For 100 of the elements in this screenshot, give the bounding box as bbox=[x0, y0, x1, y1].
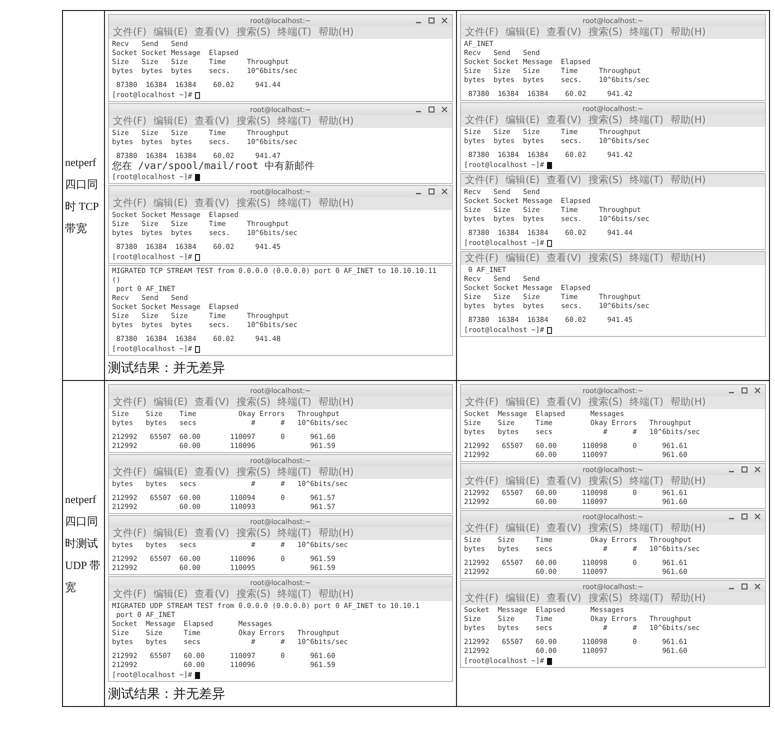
menu-item[interactable]: 搜索(S) bbox=[588, 522, 622, 535]
menu-item[interactable]: 搜索(S) bbox=[236, 588, 270, 601]
menu-item[interactable]: 终端(T) bbox=[630, 475, 664, 488]
menu-item[interactable]: 文件(F) bbox=[465, 396, 499, 409]
menu-item[interactable]: 文件(F) bbox=[465, 114, 499, 127]
menu-item[interactable]: 终端(T) bbox=[278, 26, 312, 39]
close-icon[interactable] bbox=[754, 387, 761, 394]
menu-item[interactable]: 文件(F) bbox=[465, 592, 499, 605]
menu-item[interactable]: 搜索(S) bbox=[236, 527, 270, 540]
menu-item[interactable]: 搜索(S) bbox=[588, 174, 622, 187]
close-icon[interactable] bbox=[754, 513, 761, 520]
menu-item[interactable]: 帮助(H) bbox=[318, 466, 354, 479]
menu-item[interactable]: 文件(F) bbox=[465, 522, 499, 535]
menu-item[interactable]: 查看(V) bbox=[546, 522, 582, 535]
menu-item[interactable]: 终端(T) bbox=[278, 396, 312, 409]
menu-item[interactable]: 查看(V) bbox=[546, 252, 582, 265]
menu-item[interactable]: 编辑(E) bbox=[506, 396, 540, 409]
menu-item[interactable]: 查看(V) bbox=[194, 197, 230, 210]
menu-item[interactable]: 终端(T) bbox=[278, 588, 312, 601]
menu-item[interactable]: 文件(F) bbox=[465, 475, 499, 488]
menu-item[interactable]: 帮助(H) bbox=[670, 592, 706, 605]
menu-item[interactable]: 查看(V) bbox=[194, 588, 230, 601]
menu-item[interactable]: 终端(T) bbox=[278, 466, 312, 479]
menu-item[interactable]: 终端(T) bbox=[630, 396, 664, 409]
menu-item[interactable]: 搜索(S) bbox=[588, 26, 622, 39]
menu-item[interactable]: 编辑(E) bbox=[154, 26, 188, 39]
menu-item[interactable]: 编辑(E) bbox=[506, 592, 540, 605]
close-icon[interactable] bbox=[441, 106, 448, 113]
menu-item[interactable]: 终端(T) bbox=[278, 197, 312, 210]
menu-item[interactable]: 编辑(E) bbox=[506, 26, 540, 39]
menu-item[interactable]: 终端(T) bbox=[630, 114, 664, 127]
menu-item[interactable]: 编辑(E) bbox=[506, 252, 540, 265]
menu-item[interactable]: 搜索(S) bbox=[588, 252, 622, 265]
menu-item[interactable]: 编辑(E) bbox=[506, 114, 540, 127]
menu-item[interactable]: 搜索(S) bbox=[236, 197, 270, 210]
menu-item[interactable]: 终端(T) bbox=[630, 522, 664, 535]
close-icon[interactable] bbox=[441, 17, 448, 24]
maximize-icon[interactable] bbox=[741, 583, 748, 590]
menu-item[interactable]: 帮助(H) bbox=[670, 114, 706, 127]
menu-item[interactable]: 帮助(H) bbox=[318, 115, 354, 128]
maximize-icon[interactable] bbox=[741, 513, 748, 520]
maximize-icon[interactable] bbox=[741, 387, 748, 394]
menu-item[interactable]: 编辑(E) bbox=[506, 174, 540, 187]
menu-item[interactable]: 编辑(E) bbox=[154, 115, 188, 128]
menu-item[interactable]: 帮助(H) bbox=[670, 26, 706, 39]
maximize-icon[interactable] bbox=[428, 17, 435, 24]
menu-item[interactable]: 编辑(E) bbox=[506, 475, 540, 488]
menu-item[interactable]: 查看(V) bbox=[546, 592, 582, 605]
menu-item[interactable]: 终端(T) bbox=[278, 115, 312, 128]
menu-item[interactable]: 编辑(E) bbox=[154, 197, 188, 210]
menu-item[interactable]: 查看(V) bbox=[194, 115, 230, 128]
menu-item[interactable]: 文件(F) bbox=[113, 396, 147, 409]
menu-item[interactable]: 帮助(H) bbox=[670, 174, 706, 187]
menu-item[interactable]: 搜索(S) bbox=[588, 592, 622, 605]
menu-item[interactable]: 帮助(H) bbox=[318, 527, 354, 540]
menu-item[interactable]: 搜索(S) bbox=[236, 466, 270, 479]
menu-item[interactable]: 文件(F) bbox=[113, 197, 147, 210]
menu-item[interactable]: 帮助(H) bbox=[318, 26, 354, 39]
menu-item[interactable]: 文件(F) bbox=[465, 26, 499, 39]
menu-item[interactable]: 编辑(E) bbox=[154, 466, 188, 479]
menu-item[interactable]: 查看(V) bbox=[194, 396, 230, 409]
maximize-icon[interactable] bbox=[741, 466, 748, 473]
menu-item[interactable]: 文件(F) bbox=[113, 527, 147, 540]
maximize-icon[interactable] bbox=[428, 106, 435, 113]
menu-item[interactable]: 查看(V) bbox=[194, 466, 230, 479]
menu-item[interactable]: 帮助(H) bbox=[318, 396, 354, 409]
menu-item[interactable]: 查看(V) bbox=[194, 527, 230, 540]
menu-item[interactable]: 终端(T) bbox=[630, 252, 664, 265]
menu-item[interactable]: 帮助(H) bbox=[318, 197, 354, 210]
maximize-icon[interactable] bbox=[428, 188, 435, 195]
menu-item[interactable]: 查看(V) bbox=[546, 475, 582, 488]
menu-item[interactable]: 终端(T) bbox=[278, 527, 312, 540]
menu-item[interactable]: 搜索(S) bbox=[588, 396, 622, 409]
menu-item[interactable]: 终端(T) bbox=[630, 592, 664, 605]
menu-item[interactable]: 搜索(S) bbox=[236, 396, 270, 409]
menu-item[interactable]: 查看(V) bbox=[546, 114, 582, 127]
menu-item[interactable]: 文件(F) bbox=[113, 466, 147, 479]
menu-item[interactable]: 搜索(S) bbox=[236, 115, 270, 128]
close-icon[interactable] bbox=[441, 188, 448, 195]
menu-item[interactable]: 文件(F) bbox=[113, 26, 147, 39]
menu-item[interactable]: 编辑(E) bbox=[154, 396, 188, 409]
menu-item[interactable]: 帮助(H) bbox=[670, 252, 706, 265]
menu-item[interactable]: 查看(V) bbox=[546, 174, 582, 187]
menu-item[interactable]: 终端(T) bbox=[630, 174, 664, 187]
menu-item[interactable]: 帮助(H) bbox=[318, 588, 354, 601]
menu-item[interactable]: 搜索(S) bbox=[588, 475, 622, 488]
menu-item[interactable]: 搜索(S) bbox=[236, 26, 270, 39]
menu-item[interactable]: 编辑(E) bbox=[154, 527, 188, 540]
menu-item[interactable]: 文件(F) bbox=[465, 174, 499, 187]
menu-item[interactable]: 文件(F) bbox=[113, 588, 147, 601]
menu-item[interactable]: 搜索(S) bbox=[588, 114, 622, 127]
menu-item[interactable]: 帮助(H) bbox=[670, 522, 706, 535]
menu-item[interactable]: 编辑(E) bbox=[154, 588, 188, 601]
menu-item[interactable]: 帮助(H) bbox=[670, 475, 706, 488]
menu-item[interactable]: 帮助(H) bbox=[670, 396, 706, 409]
menu-item[interactable]: 查看(V) bbox=[546, 396, 582, 409]
menu-item[interactable]: 文件(F) bbox=[113, 115, 147, 128]
menu-item[interactable]: 查看(V) bbox=[194, 26, 230, 39]
menu-item[interactable]: 编辑(E) bbox=[506, 522, 540, 535]
menu-item[interactable]: 文件(F) bbox=[465, 252, 499, 265]
